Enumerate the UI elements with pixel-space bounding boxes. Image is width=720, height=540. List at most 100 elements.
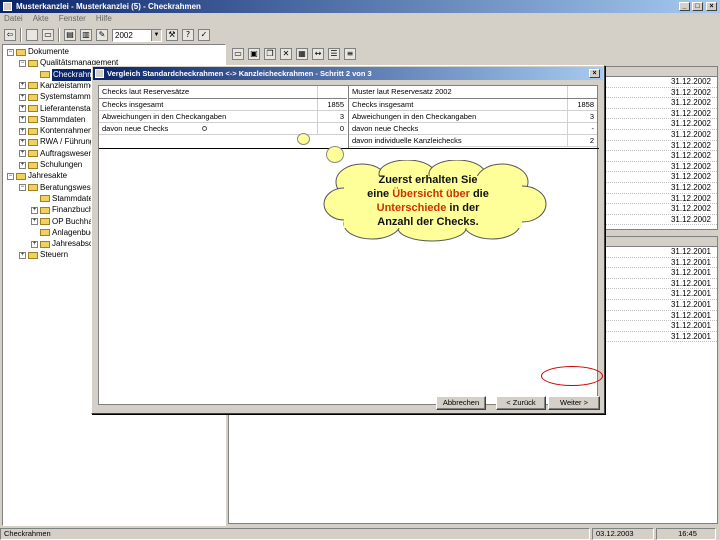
- table-row[interactable]: Abweichungen in den Checkangaben 3: [349, 110, 597, 123]
- expand-icon[interactable]: +: [19, 93, 26, 101]
- folder-icon: [28, 105, 38, 112]
- table-row[interactable]: davon neue Checks 0: [99, 122, 347, 135]
- tree-item[interactable]: + RWA / Führung: [19, 136, 94, 148]
- tree-item[interactable]: + Schulungen: [19, 159, 82, 171]
- folder-icon: [40, 240, 50, 248]
- tree-item[interactable]: + Stammdaten: [19, 114, 85, 126]
- right-row-value: -: [566, 122, 597, 135]
- status-time: 16:45: [656, 528, 716, 540]
- copy-icon[interactable]: ❐: [264, 48, 276, 60]
- chevron-down-icon[interactable]: ▼: [151, 29, 161, 41]
- print-preview-icon[interactable]: ▥: [80, 29, 92, 41]
- dialog-title-bar: Vergleich Standardcheckrahmen <-> Kanzle…: [93, 67, 603, 80]
- tree-item[interactable]: Stammdaten: [31, 193, 97, 205]
- tree-item-label: Schulungen: [40, 160, 83, 169]
- callout-line-2: eine Übersicht über die: [322, 187, 534, 201]
- edit-icon[interactable]: ✎: [96, 29, 108, 41]
- callout-text-part: eine: [367, 188, 390, 200]
- menu-help[interactable]: Hilfe: [96, 13, 112, 25]
- tree-item[interactable]: + Auftragswesen: [19, 148, 93, 160]
- tree-item[interactable]: − Jahresakte: [7, 170, 67, 182]
- folder-icon: [28, 116, 38, 124]
- tree-item-label: Steuern: [40, 250, 69, 260]
- tree-item-label: Kontenrahmen: [40, 126, 93, 136]
- collapse-icon[interactable]: −: [7, 172, 14, 180]
- close-button[interactable]: ×: [706, 2, 717, 11]
- tree-item[interactable]: − Dokumente: [7, 46, 69, 58]
- expand-icon[interactable]: +: [19, 127, 26, 135]
- expand-icon[interactable]: +: [19, 161, 26, 169]
- dialog-close-button[interactable]: ×: [589, 69, 600, 78]
- expand-icon[interactable]: +: [19, 105, 26, 112]
- expand-icon[interactable]: +: [31, 218, 38, 225]
- folder-icon: [40, 206, 50, 214]
- table-row[interactable]: davon neue Checks -: [349, 122, 597, 135]
- expand-icon[interactable]: +: [19, 82, 26, 90]
- open-folder-icon[interactable]: ▭: [42, 29, 54, 41]
- callout-tail-bubble-small: [297, 133, 310, 145]
- expand-icon[interactable]: +: [19, 138, 26, 146]
- menu-window[interactable]: Fenster: [59, 13, 86, 25]
- user-check-icon[interactable]: ✓: [198, 29, 210, 41]
- collapse-icon[interactable]: −: [19, 59, 26, 67]
- left-row-value: 1855: [316, 98, 347, 111]
- table-row[interactable]: Checks insgesamt 1858: [349, 98, 597, 111]
- dialog-title: Vergleich Standardcheckrahmen <-> Kanzle…: [107, 69, 372, 78]
- tree-item-label: Jahresakte: [28, 171, 68, 181]
- tree-item-label: RWA / Führung: [40, 137, 95, 147]
- tools-icon[interactable]: ⚒: [166, 29, 178, 41]
- help-icon[interactable]: ?: [182, 29, 194, 41]
- toolbar-separator: [58, 28, 60, 42]
- callout-text: Zuerst erhalten Sie eine Übersicht über …: [322, 173, 534, 229]
- table-view-icon[interactable]: ☰: [328, 48, 340, 60]
- expand-icon[interactable]: +: [19, 251, 26, 259]
- back-button[interactable]: < Zurück: [496, 396, 546, 410]
- save-icon[interactable]: ▣: [248, 48, 260, 60]
- expand-icon[interactable]: +: [31, 240, 38, 248]
- next-button[interactable]: Weiter >: [548, 396, 600, 410]
- tree-item[interactable]: + Kontenrahmen: [19, 125, 92, 137]
- menu-akte[interactable]: Akte: [33, 13, 49, 25]
- compare-icon[interactable]: ↔: [312, 48, 324, 60]
- expand-icon[interactable]: +: [31, 206, 38, 214]
- collapse-icon[interactable]: −: [19, 184, 26, 192]
- left-row-label-cell: davon neue Checks: [99, 122, 317, 135]
- dialog-icon: [95, 69, 104, 78]
- year-select-value: 2002: [115, 30, 133, 40]
- tree-item[interactable]: + Steuern: [19, 249, 68, 261]
- tree-item-label: Auftragswesen: [40, 148, 93, 158]
- minimize-button[interactable]: _: [679, 2, 690, 11]
- menu-file[interactable]: Datei: [4, 13, 23, 25]
- table-header-row: Muster laut Reservesatz 2002: [349, 86, 597, 99]
- folder-icon: [40, 71, 50, 79]
- left-row-label: Abweichungen in den Checkangaben: [99, 110, 317, 123]
- back-arrow-icon[interactable]: ⇦: [4, 29, 16, 41]
- table-row[interactable]: Abweichungen in den Checkangaben 3: [99, 110, 347, 123]
- table-row[interactable]: davon individuelle Kanzleichecks 2: [349, 134, 597, 147]
- callout-line-1: Zuerst erhalten Sie: [378, 174, 478, 186]
- properties-icon[interactable]: ▦: [296, 48, 308, 60]
- cancel-button[interactable]: Abbrechen: [436, 396, 486, 410]
- folder-icon: [28, 184, 38, 192]
- left-header: Checks laut Reservesätze: [99, 86, 317, 99]
- table-row[interactable]: Checks insgesamt 1855: [99, 98, 347, 111]
- tree-item[interactable]: − Beratungswesen: [19, 182, 100, 194]
- print-icon[interactable]: ▤: [64, 29, 76, 41]
- list-view-icon[interactable]: ≡: [344, 48, 356, 60]
- year-select[interactable]: 2002 ▼: [112, 28, 162, 42]
- open-icon[interactable]: ▭: [232, 48, 244, 60]
- table-header-row: Checks laut Reservesätze: [99, 86, 347, 99]
- expand-icon[interactable]: +: [19, 150, 26, 158]
- delete-icon[interactable]: ✕: [280, 48, 292, 60]
- left-row-label: davon neue Checks: [102, 123, 169, 133]
- expand-icon[interactable]: +: [19, 116, 26, 124]
- left-comparison-table: Checks laut Reservesätze Checks insgesam…: [99, 86, 347, 135]
- collapse-icon[interactable]: −: [7, 48, 14, 56]
- column-divider: [348, 86, 349, 148]
- right-row-value: 3: [566, 110, 597, 123]
- maximize-button[interactable]: □: [692, 2, 703, 11]
- callout-pointer-icon: [202, 126, 208, 132]
- app-icon: [3, 2, 12, 11]
- new-document-icon[interactable]: [26, 29, 38, 41]
- right-comparison-table: Muster laut Reservesatz 2002 Checks insg…: [349, 86, 597, 147]
